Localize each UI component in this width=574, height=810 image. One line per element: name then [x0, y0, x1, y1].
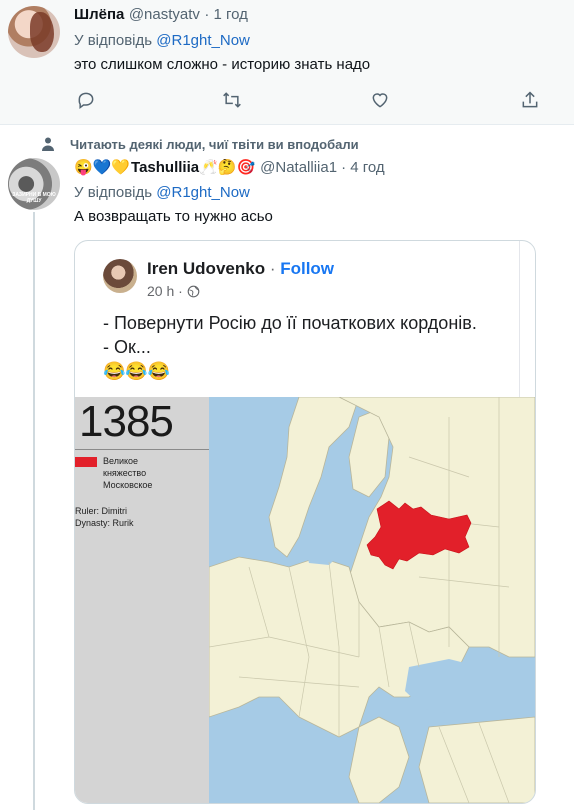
reply-to-line: У відповідь @R1ght_Now — [74, 184, 250, 201]
fb-post-meta: 20 h · — [147, 283, 200, 299]
tweet-header: Шлёпа @nastyatv · 1 год — [74, 6, 248, 24]
fb-follow-link: Follow — [280, 259, 335, 278]
europe-map — [209, 397, 535, 803]
reply-to-mention[interactable]: @R1ght_Now — [156, 184, 250, 201]
like-icon — [372, 93, 388, 108]
thread-line — [33, 212, 35, 810]
legend-ruler-info: Ruler: Dimitri Dynasty: Rurik — [75, 505, 134, 529]
legend-label-line-1: Великое — [103, 456, 139, 466]
handle[interactable]: @Natalliia1 — [260, 159, 337, 176]
fb-author-name: Iren Udovenko — [147, 259, 266, 278]
map-year: 1385 — [79, 397, 174, 446]
like-button[interactable] — [368, 88, 392, 112]
tweet-reply-1[interactable]: Шлёпа @nastyatv · 1 год У відповідь @R1g… — [0, 0, 574, 125]
legend-divider — [75, 449, 209, 450]
display-name[interactable]: Шлёпа — [74, 6, 124, 23]
reply-prefix: У відповідь — [74, 184, 157, 201]
avatar[interactable] — [8, 6, 60, 58]
social-context-text: Читають деякі люди, чиї твіти ви вподоба… — [70, 136, 359, 152]
retweet-button[interactable] — [220, 88, 244, 112]
legend-label-line-2: княжество — [103, 468, 147, 478]
reply-button[interactable] — [74, 88, 98, 112]
legend-label-line-3: Московское — [103, 480, 153, 490]
reply-to-line: У відповідь @R1ght_Now — [74, 32, 250, 49]
tweet-actions — [74, 88, 544, 112]
timestamp[interactable]: · 1 год — [204, 6, 248, 23]
display-name[interactable]: Tashulliia — [131, 159, 199, 176]
timestamp[interactable]: · 4 год — [341, 159, 385, 176]
retweet-icon — [223, 92, 241, 108]
fb-avatar — [103, 259, 137, 293]
person-icon — [42, 137, 54, 151]
screenshot-edge — [519, 241, 520, 401]
share-button[interactable] — [518, 88, 542, 112]
reply-prefix: У відповідь — [74, 32, 157, 49]
reply-to-mention[interactable]: @R1ght_Now — [156, 32, 250, 49]
fb-post-text: - Повернути Росію до її початкових кордо… — [103, 311, 477, 359]
fb-post-header: Iren Udovenko · Follow — [147, 259, 334, 279]
legend-swatch — [75, 457, 97, 467]
dynasty-label: Dynasty: Rurik — [75, 518, 134, 528]
historical-map: 1385 Великое княжество Московское Ruler:… — [75, 397, 535, 803]
avatar[interactable]: ЗАЗИРНИ В МОЮ ДУШУ — [8, 158, 60, 210]
share-icon — [522, 91, 538, 108]
avatar-caption: ЗАЗИРНИ В МОЮ ДУШУ — [12, 192, 56, 204]
handle[interactable]: @nastyatv — [129, 6, 200, 23]
fb-post-line-2: - Ок... — [103, 337, 151, 357]
fb-post-line-1: - Повернути Росію до її початкових кордо… — [103, 313, 477, 333]
ruler-label: Ruler: Dimitri — [75, 506, 128, 516]
name-emojis-after: 🥂🤔🎯 — [199, 159, 256, 176]
fb-post-time: 20 h · — [147, 283, 183, 299]
tweet-text: А возвращать то нужно асьо — [74, 208, 273, 225]
map-legend-panel: 1385 Великое княжество Московское Ruler:… — [75, 397, 209, 803]
fb-post-emojis: 😂😂😂 — [103, 361, 171, 381]
fb-separator: · — [265, 259, 281, 278]
social-context: Читають деякі люди, чиї твіти ви вподоба… — [40, 134, 359, 154]
map-land-anatolia — [418, 716, 535, 803]
tweet-header: 😜💙💛 Tashulliia 🥂🤔🎯 @Natalliia1 · 4 год — [74, 158, 385, 177]
name-emojis-before: 😜💙💛 — [74, 159, 131, 176]
legend-label: Великое княжество Московское — [103, 455, 203, 491]
globe-icon — [187, 285, 200, 297]
tweet-text: это слишком сложно - историю знать надо — [74, 56, 371, 73]
reply-icon — [78, 92, 94, 109]
tweet-media-image[interactable]: Iren Udovenko · Follow 20 h · - Повернут… — [74, 240, 536, 804]
